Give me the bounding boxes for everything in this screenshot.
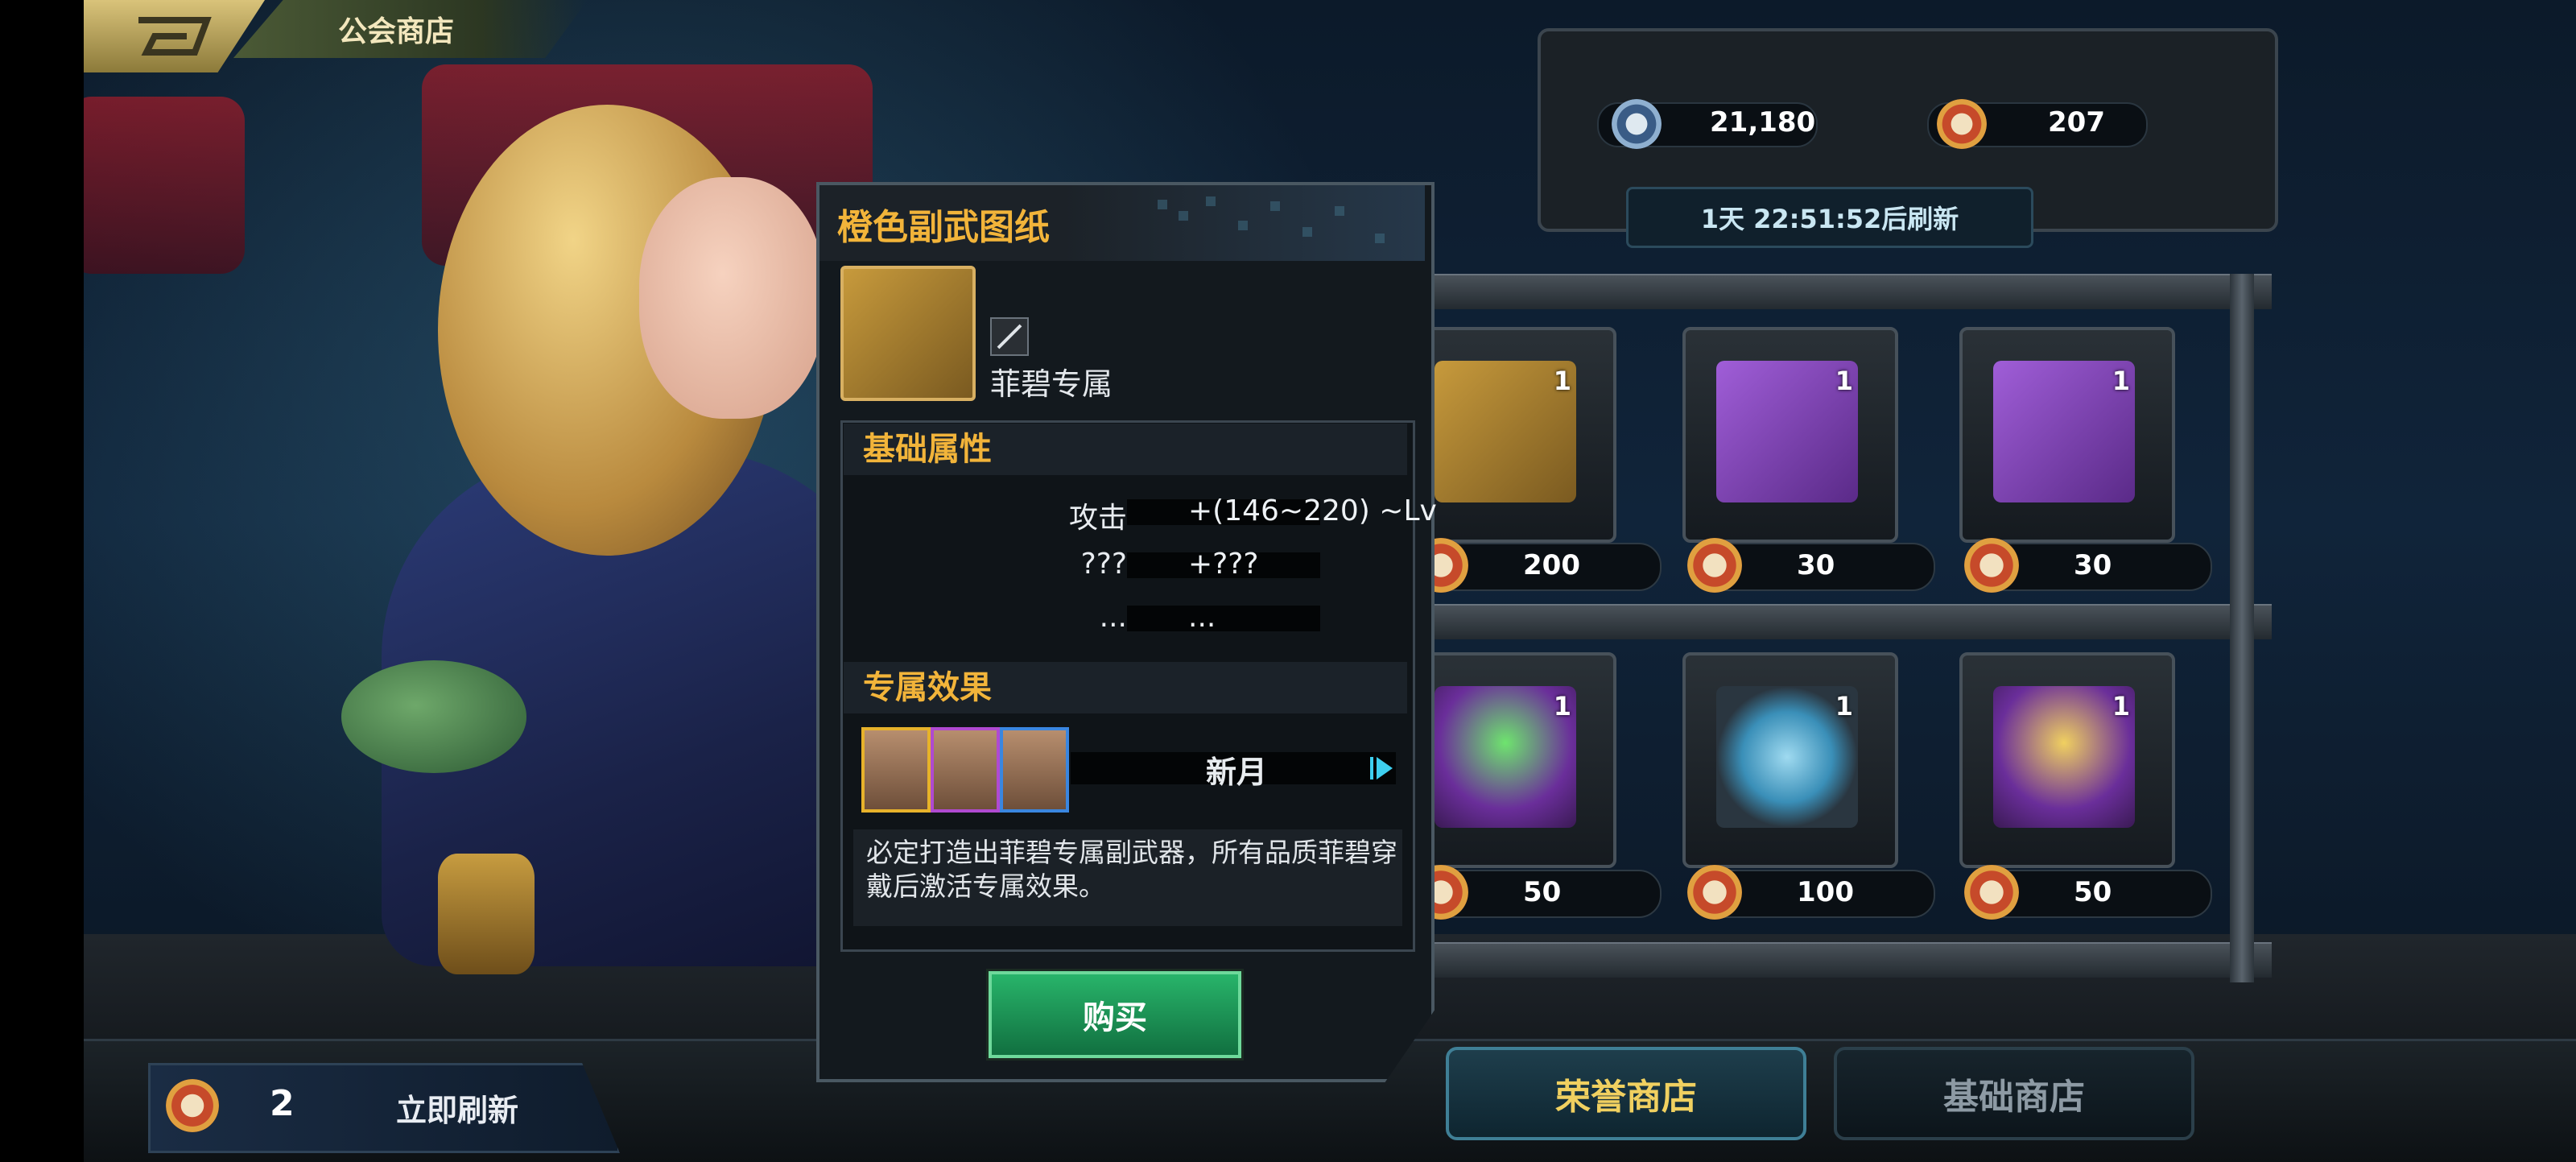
price-tag: 200: [1414, 538, 1662, 593]
page-title: 公会商店: [338, 15, 455, 48]
tab-honor-shop[interactable]: 荣誉商店: [1446, 1047, 1806, 1140]
price-tag: 30: [1964, 538, 2212, 593]
item-quantity: 1: [2112, 366, 2130, 396]
item-quantity: 1: [1553, 366, 1571, 396]
price-value: 30: [1797, 549, 1835, 581]
set-name: 新月: [1206, 755, 1268, 790]
price-value: 100: [1797, 876, 1854, 908]
basic-attributes-header: 基础属性: [844, 424, 1407, 475]
character-portraits: [861, 727, 1069, 813]
character-portrait: [1000, 727, 1069, 813]
shop-item-slot[interactable]: 1: [1682, 652, 1898, 868]
shop-item-slot[interactable]: 1: [1959, 327, 2175, 543]
price-value: 30: [2074, 549, 2112, 581]
price-value: 200: [1523, 549, 1580, 581]
play-arrow-icon[interactable]: [1368, 752, 1396, 784]
red-honor-coin-icon: [1687, 865, 1742, 920]
refresh-timer: 1天 22:51:52后刷新: [1626, 187, 2033, 248]
character-portrait: [861, 727, 931, 813]
item-shelf: 1 1 1 200 30 30 1 1 1 50 100 50: [1401, 274, 2272, 982]
price-tag: 50: [1964, 865, 2212, 920]
buy-button[interactable]: 购买: [986, 969, 1244, 1061]
background-storefront: [84, 97, 245, 274]
shelf-rail: [1425, 274, 2272, 309]
character-face: [639, 177, 824, 419]
shelf-post: [2230, 274, 2254, 982]
shop-item-slot[interactable]: 1: [1682, 327, 1898, 543]
red-honor-coin-icon: [1687, 538, 1742, 593]
item-quantity: 1: [2112, 691, 2130, 722]
price-tag: 50: [1414, 865, 1662, 920]
attribute-name: 攻击: [1068, 502, 1127, 535]
red-honor-coin-icon: [1964, 538, 2019, 593]
item-quantity: 1: [1835, 691, 1853, 722]
price-tag: 30: [1687, 538, 1935, 593]
price-value: 50: [1523, 876, 1562, 908]
price-value: 50: [2074, 876, 2112, 908]
red-honor-coin-icon: [1937, 99, 1987, 149]
shop-item-slot[interactable]: 1: [1959, 652, 2175, 868]
sword-icon: [990, 317, 1029, 356]
tab-basic-shop[interactable]: 基础商店: [1834, 1047, 2194, 1140]
red-honor-coin-icon: [1964, 865, 2019, 920]
attribute-value: ...: [1188, 601, 1216, 634]
brass-ornament: [438, 854, 535, 974]
back-arrow-icon: [138, 17, 212, 56]
exclusive-label: 菲碧专属: [990, 366, 1113, 402]
attribute-name: ???: [1080, 548, 1127, 581]
bird-figure: [341, 660, 526, 773]
price-tag: 100: [1687, 865, 1935, 920]
character-portrait: [931, 727, 1000, 813]
shelf-rail: [1425, 604, 2272, 639]
item-quantity: 1: [1553, 691, 1571, 722]
blueprint-icon: [840, 266, 976, 401]
attribute-bar: [1127, 606, 1320, 631]
shelf-rail: [1425, 942, 2272, 978]
guild-coin-amount: 21,180: [1710, 106, 1816, 139]
item-description: 必定打造出菲碧专属副武器，所有品质菲碧穿戴后激活专属效果。: [866, 837, 1397, 902]
attribute-name: ...: [1099, 601, 1127, 634]
refresh-cost: 2: [270, 1083, 295, 1124]
blue-guild-coin-icon: [1612, 99, 1662, 149]
red-honor-coin-icon: [166, 1079, 219, 1132]
refresh-button[interactable]: [148, 1063, 620, 1153]
refresh-now-label[interactable]: 立即刷新: [396, 1085, 518, 1130]
honor-coin-amount: 207: [2048, 106, 2105, 139]
item-name: 橙色副武图纸: [837, 207, 1050, 248]
attribute-value: +(146~220) ~Lv: [1188, 494, 1437, 527]
item-quantity: 1: [1835, 366, 1853, 396]
attribute-value: +???: [1188, 548, 1259, 581]
exclusive-effect-header: 专属效果: [844, 662, 1407, 713]
